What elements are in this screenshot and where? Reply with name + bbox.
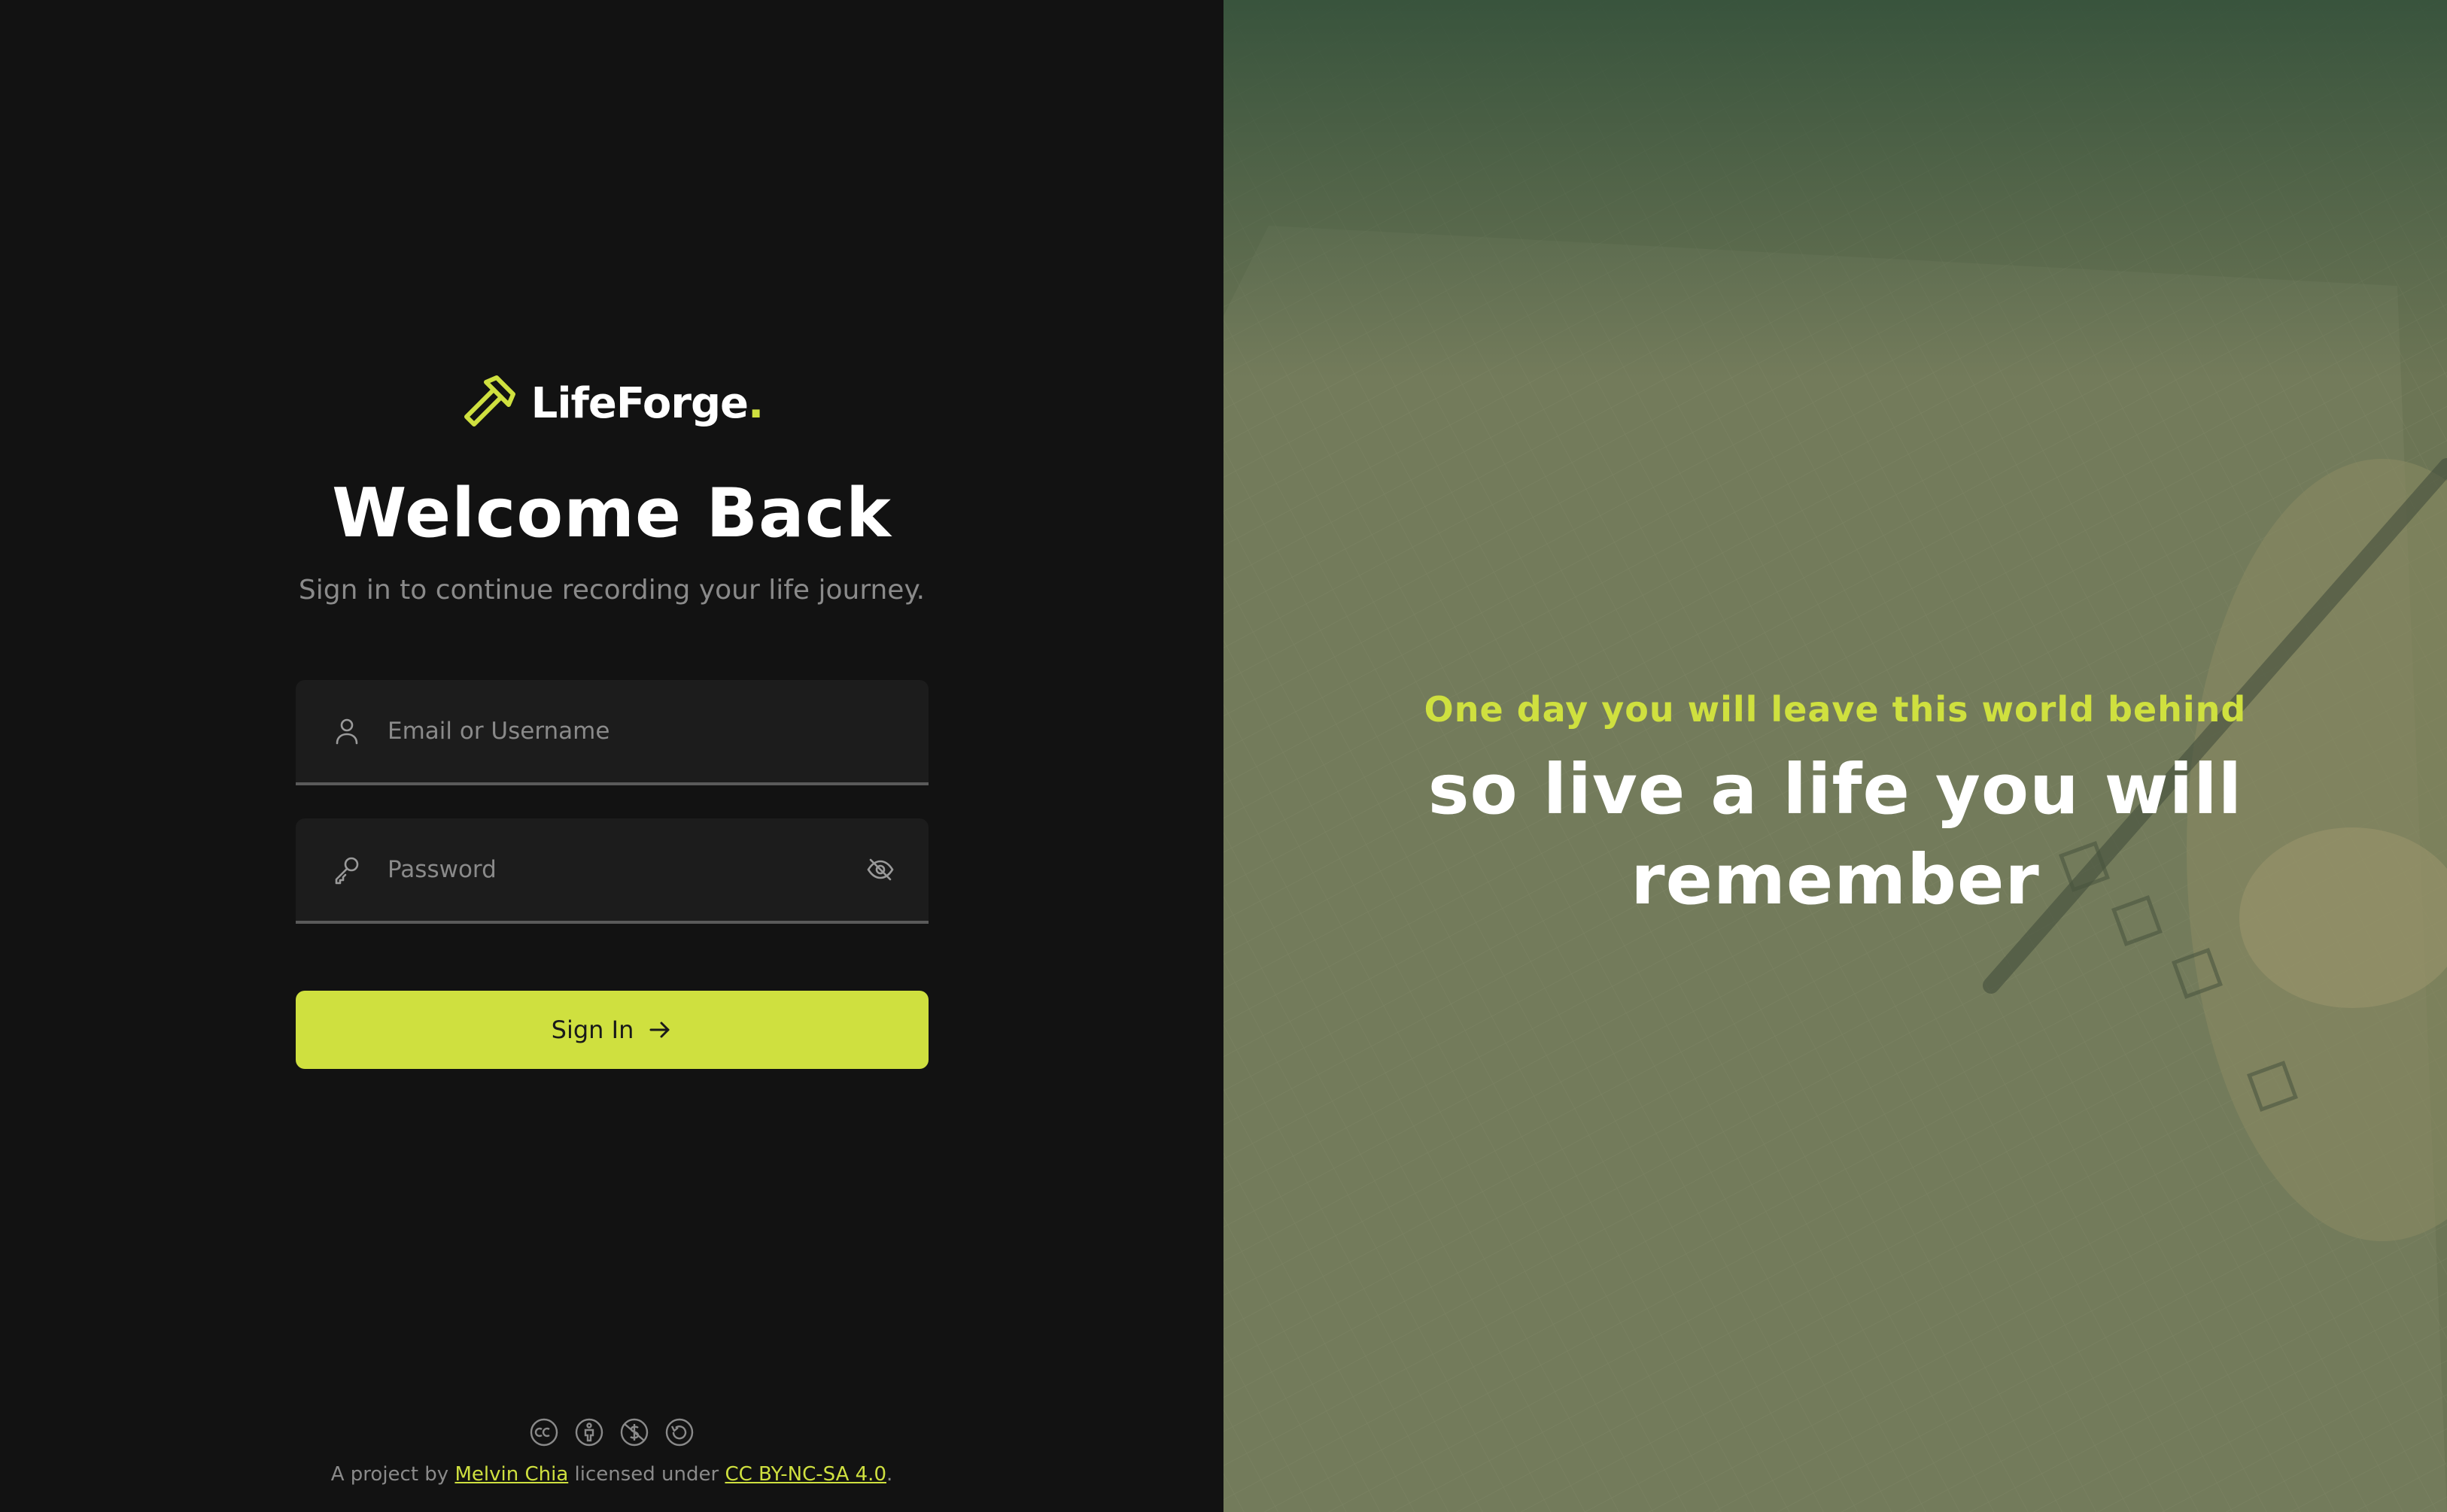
password-input[interactable] (388, 847, 865, 892)
arrow-right-icon (649, 1022, 670, 1038)
author-link[interactable]: Melvin Chia (454, 1463, 568, 1486)
email-input[interactable] (388, 709, 929, 754)
key-icon (335, 857, 359, 885)
sign-in-label: Sign In (551, 1016, 634, 1044)
brand-dot: . (748, 378, 764, 428)
sign-in-button[interactable]: Sign In (296, 991, 929, 1069)
by-icon (575, 1418, 603, 1447)
brand-name: LifeForge. (530, 378, 764, 428)
quote-line-2: so live a life you will remember (1427, 749, 2243, 920)
page-subtitle: Sign in to continue recording your life … (298, 575, 926, 606)
quote-line-1: One day you will leave this world behind (1424, 689, 2247, 730)
hero-panel: One day you will leave this world behind… (1224, 0, 2447, 1512)
login-panel: LifeForge. Welcome Back Sign in to conti… (0, 0, 1224, 1512)
footer-credit: A project by Melvin Chia licensed under … (330, 1463, 893, 1486)
eye-off-icon[interactable] (865, 855, 895, 885)
license-icons (0, 1417, 1224, 1447)
hammer-icon (464, 375, 515, 427)
sa-icon (665, 1418, 694, 1447)
email-field[interactable] (296, 680, 929, 785)
brand-logo: LifeForge. (0, 373, 1224, 433)
license-link[interactable]: CC BY-NC-SA 4.0 (725, 1463, 886, 1486)
page-title: Welcome Back (332, 474, 892, 553)
cc-icon (530, 1418, 558, 1447)
user-icon (336, 718, 358, 745)
nc-icon (620, 1418, 649, 1447)
password-field[interactable] (296, 818, 929, 924)
